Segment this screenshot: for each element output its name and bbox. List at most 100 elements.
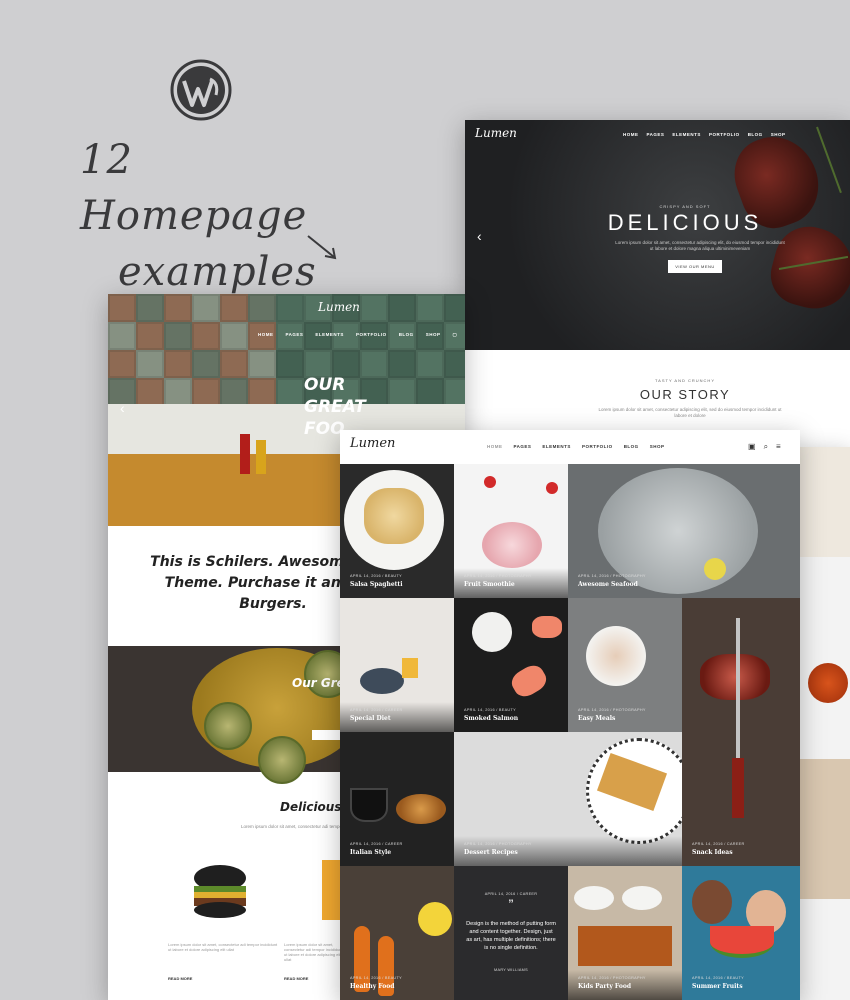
mustard-bottle-image [256, 440, 266, 474]
post-title[interactable]: Fruit Smoothie [464, 581, 515, 588]
pickle-image-2 [258, 736, 306, 784]
nav-item-pages[interactable]: PAGES [514, 444, 532, 449]
tile-wall [108, 294, 465, 406]
read-more-link-2[interactable]: READ MORE [284, 976, 308, 981]
headline-line1: 12 Homepage [80, 137, 308, 239]
nav-item-blog[interactable]: BLOG [748, 132, 763, 137]
site-logo[interactable]: Lumen [350, 436, 395, 451]
post-title[interactable]: Easy Meals [578, 715, 615, 722]
post-date: APRIL 14, 2016 / CAREER [692, 842, 745, 846]
post-date: APRIL 14, 2016 / CAREER [350, 708, 403, 712]
post-tile[interactable]: APRIL 14, 2016 / PHOTOGRAPHY Easy Meals [568, 598, 682, 732]
nav-item-portfolio[interactable]: PORTFOLIO [709, 132, 740, 137]
nav-item-portfolio[interactable]: PORTFOLIO [582, 444, 613, 449]
post-tile[interactable]: APRIL 14, 2016 / PHOTOGRAPHY Awesome Sea… [568, 464, 800, 598]
post-tile[interactable]: APRIL 14, 2016 / BEAUTY Healthy Food [340, 866, 454, 1000]
post-tile[interactable]: APRIL 14, 2016 / BEAUTY Salsa Spaghetti [340, 464, 454, 598]
demo-front-card: Lumen HOME PAGES ELEMENTS PORTFOLIO BLOG… [340, 430, 800, 1000]
spaghetti-image [364, 488, 424, 544]
quote-author: MARY WILLIAMS [494, 968, 528, 972]
post-tile[interactable]: APRIL 14, 2016 / PHOTOGRAPHY Kids Party … [568, 866, 682, 1000]
post-title[interactable]: Summer Fruits [692, 983, 743, 990]
cart-icon[interactable]: ▣ [748, 442, 756, 452]
post-tile[interactable]: APRIL 14, 2016 / PHOTOGRAPHY Dessert Rec… [454, 732, 682, 866]
header-icons: ▣ ⌕ ≡ [748, 442, 781, 452]
hero-subtitle: Lorem ipsum dolor sit amet, consectetur … [615, 240, 785, 251]
burger-image [194, 865, 246, 918]
post-title[interactable]: Smoked Salmon [464, 715, 518, 722]
nav-item-pages[interactable]: PAGES [647, 132, 665, 137]
post-date: APRIL 14, 2016 / BEAUTY [350, 574, 402, 578]
nav-menu: HOME PAGES ELEMENTS PORTFOLIO BLOG SHOP [623, 132, 785, 137]
watermelon-image [710, 926, 774, 958]
nav-item-home[interactable]: HOME [487, 444, 503, 449]
lemon-image [418, 902, 452, 936]
woman-image [692, 880, 732, 924]
site-logo[interactable]: Lumen [475, 126, 517, 140]
story-tagline: TASTY AND CRUNCHY [655, 378, 715, 383]
nav-item-pages[interactable]: PAGES [286, 332, 304, 338]
post-date: APRIL 14, 2016 / BEAUTY [350, 976, 402, 980]
post-title[interactable]: Snack Ideas [692, 849, 733, 856]
post-title[interactable]: Special Diet [350, 715, 391, 722]
quote-post-tile[interactable]: APRIL 14, 2016 / CAREER ” Design is the … [454, 866, 568, 1000]
post-tile[interactable]: APRIL 14, 2016 / PHOTOGRAPHY Fruit Smoot… [454, 464, 568, 598]
post-tile[interactable]: APRIL 14, 2016 / CAREER Special Diet [340, 598, 454, 732]
croissant-image [396, 794, 446, 824]
nav-item-blog[interactable]: BLOG [624, 444, 639, 449]
post-excerpt-2: Lorem ipsum dolor sit amet, consectetur … [284, 942, 343, 962]
slider-prev-icon[interactable]: ‹ [477, 228, 482, 244]
post-date: APRIL 14, 2016 / BEAUTY [464, 708, 516, 712]
nav-item-elements[interactable]: ELEMENTS [672, 132, 701, 137]
nav-item-blog[interactable]: BLOG [399, 332, 414, 338]
post-title[interactable]: Healthy Food [350, 983, 395, 990]
view-menu-button[interactable]: VIEW OUR MENU [668, 260, 722, 273]
nav-menu: HOME PAGES ELEMENTS PORTFOLIO BLOG SHOP [487, 444, 664, 449]
post-tile[interactable]: APRIL 14, 2016 / BEAUTY Smoked Salmon [454, 598, 568, 732]
quote-text: Design is the method of putting form and… [466, 921, 556, 951]
coffee-cup-image [350, 788, 388, 822]
nav-item-shop[interactable]: SHOP [771, 132, 786, 137]
diet-bowl-image [360, 668, 404, 694]
post-title[interactable]: Awesome Seafood [578, 581, 638, 588]
spice-bowl-image [808, 663, 848, 703]
story-title: OUR STORY [639, 387, 731, 402]
header-bar: Lumen HOME PAGES ELEMENTS PORTFOLIO BLOG… [340, 430, 800, 464]
nav-item-home[interactable]: HOME [623, 132, 639, 137]
headline-line2: examples [118, 249, 317, 295]
post-date: APRIL 14, 2016 / PHOTOGRAPHY [578, 708, 646, 712]
fries-image [322, 860, 342, 920]
nav-item-shop[interactable]: SHOP [650, 444, 665, 449]
post-excerpt-1: Lorem ipsum dolor sit amet, consectetur … [168, 942, 278, 952]
post-tile[interactable]: APRIL 14, 2016 / CAREER Italian Style [340, 732, 454, 866]
steak-fork-image [700, 654, 770, 700]
section2-title: Our Gre [292, 676, 345, 690]
post-title[interactable]: Dessert Recipes [464, 849, 518, 856]
post-title[interactable]: Salsa Spaghetti [350, 581, 402, 588]
nav-item-home[interactable]: HOME [258, 332, 274, 338]
post-tile[interactable]: APRIL 14, 2016 / BEAUTY Summer Fruits [682, 866, 800, 1000]
story-text: Lorem ipsum dolor sit amet, consectetur … [598, 407, 782, 418]
post-date: APRIL 14, 2016 / CAREER [350, 842, 403, 846]
cart-icon[interactable]: ▢ [452, 332, 457, 338]
site-logo[interactable]: Lumen [318, 300, 360, 314]
nav-item-portfolio[interactable]: PORTFOLIO [356, 332, 387, 338]
hero-title: DELICIOUS [607, 210, 763, 235]
nav-item-elements[interactable]: ELEMENTS [315, 332, 344, 338]
hero-tagline: CRISPY AND SOFT [659, 204, 711, 209]
nav-item-elements[interactable]: ELEMENTS [542, 444, 571, 449]
nav-menu: HOME PAGES ELEMENTS PORTFOLIO BLOG SHOP … [258, 332, 465, 338]
promo-headline: 12 Homepage examples [80, 132, 340, 300]
nav-item-shop[interactable]: SHOP [426, 332, 441, 338]
post-title[interactable]: Italian Style [350, 849, 391, 856]
slider-prev-icon[interactable]: ‹ [120, 400, 125, 416]
section2-button[interactable] [312, 730, 342, 740]
read-more-link-1[interactable]: READ MORE [168, 976, 192, 981]
arrow-icon [307, 235, 337, 260]
menu-icon[interactable]: ≡ [776, 442, 781, 452]
post-date: APRIL 14, 2016 / PHOTOGRAPHY [464, 574, 532, 578]
search-icon[interactable]: ⌕ [764, 442, 768, 452]
post-title[interactable]: Kids Party Food [578, 983, 631, 990]
demo-back-card: Lumen HOME PAGES ELEMENTS PORTFOLIO BLOG… [465, 120, 850, 450]
post-tile[interactable]: APRIL 14, 2016 / CAREER Snack Ideas [682, 598, 800, 866]
